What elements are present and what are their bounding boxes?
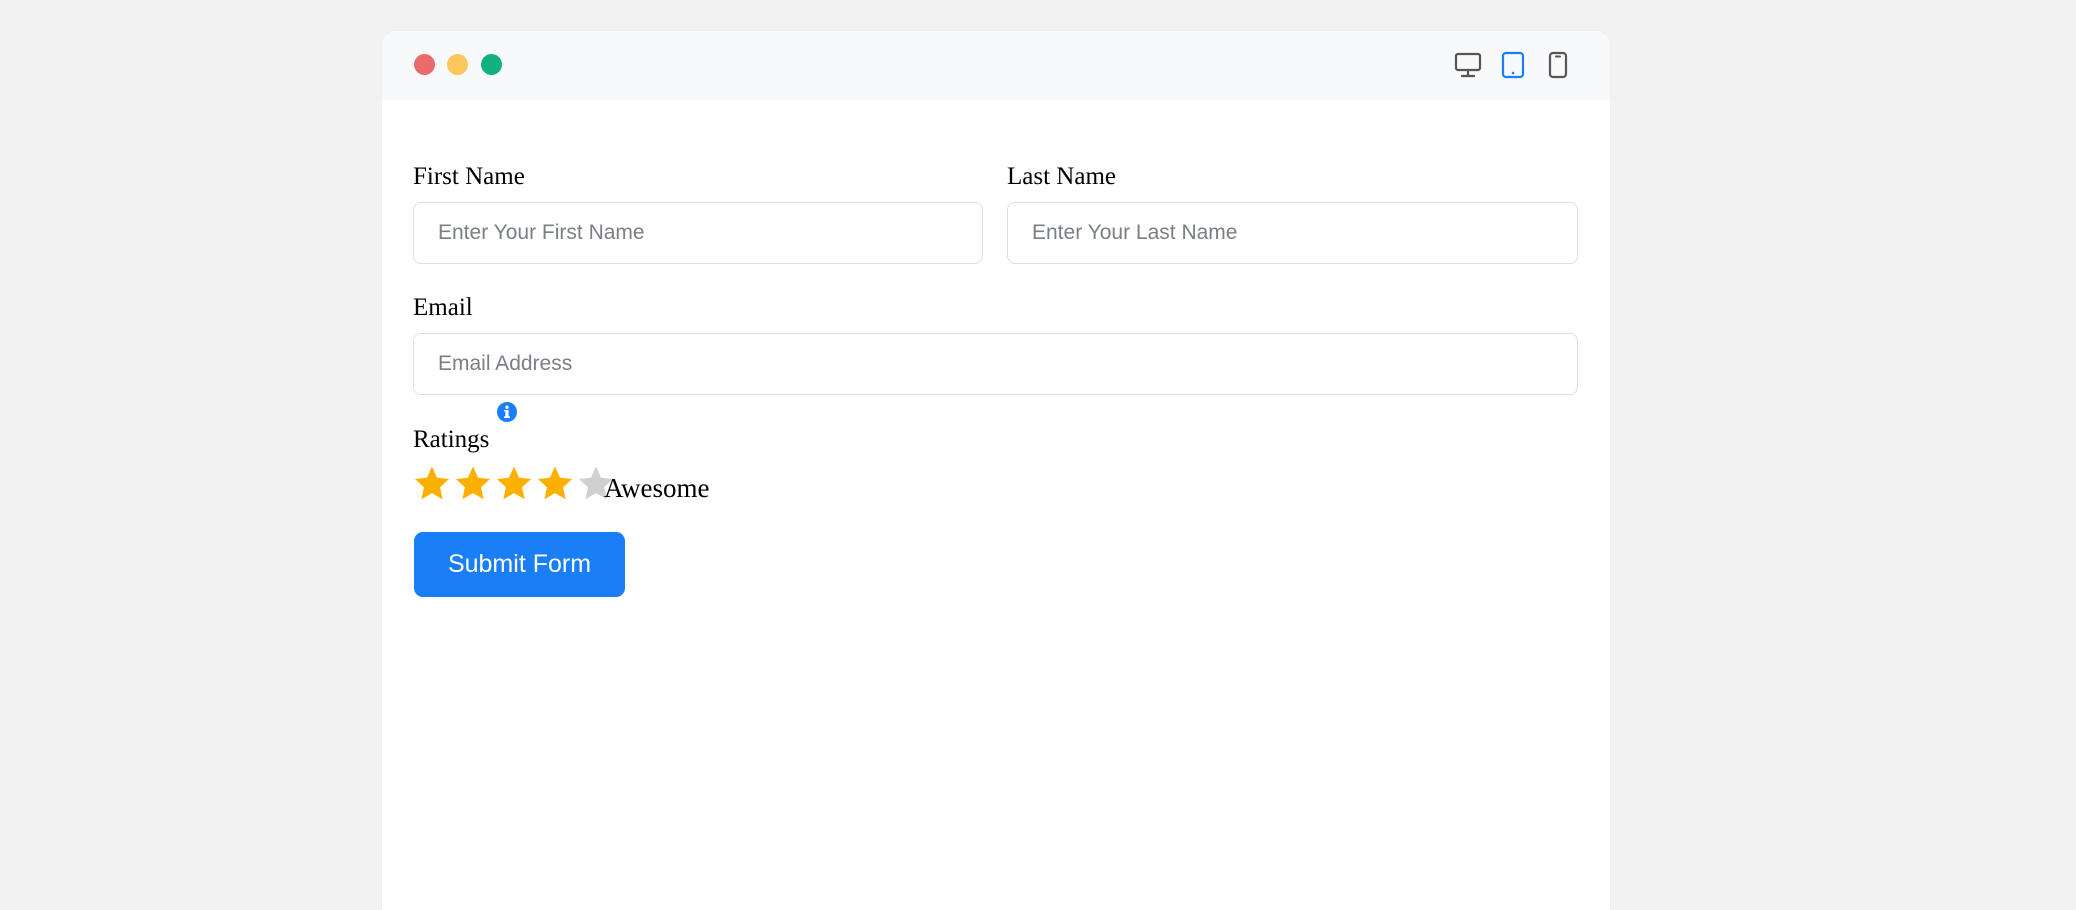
tablet-icon [1501,51,1525,79]
maximize-window-button[interactable] [481,54,502,75]
submit-form-button[interactable]: Submit Form [414,532,625,597]
tablet-view-button[interactable] [1496,49,1530,81]
browser-window: First Name Last Name Email Ratings Aweso… [382,31,1610,910]
ratings-label: Ratings [413,426,490,453]
window-titlebar [382,31,1610,100]
email-label: Email [413,294,473,321]
star-icon[interactable] [495,464,533,502]
close-window-button[interactable] [414,54,435,75]
first-name-label: First Name [413,163,525,190]
star-icon[interactable] [413,464,451,502]
rating-text: Awesome [604,473,710,503]
last-name-input[interactable] [1007,202,1578,264]
first-name-input[interactable] [413,202,983,264]
star-icon[interactable] [536,464,574,502]
last-name-label: Last Name [1007,163,1116,190]
desktop-view-button[interactable] [1451,49,1485,81]
star-icon[interactable] [454,464,492,502]
info-circle-icon[interactable] [496,401,518,423]
mobile-view-button[interactable] [1541,49,1575,81]
star-rating[interactable] [413,464,618,502]
desktop-icon [1454,52,1482,78]
email-input[interactable] [413,333,1578,395]
minimize-window-button[interactable] [447,54,468,75]
mobile-icon [1548,51,1568,79]
